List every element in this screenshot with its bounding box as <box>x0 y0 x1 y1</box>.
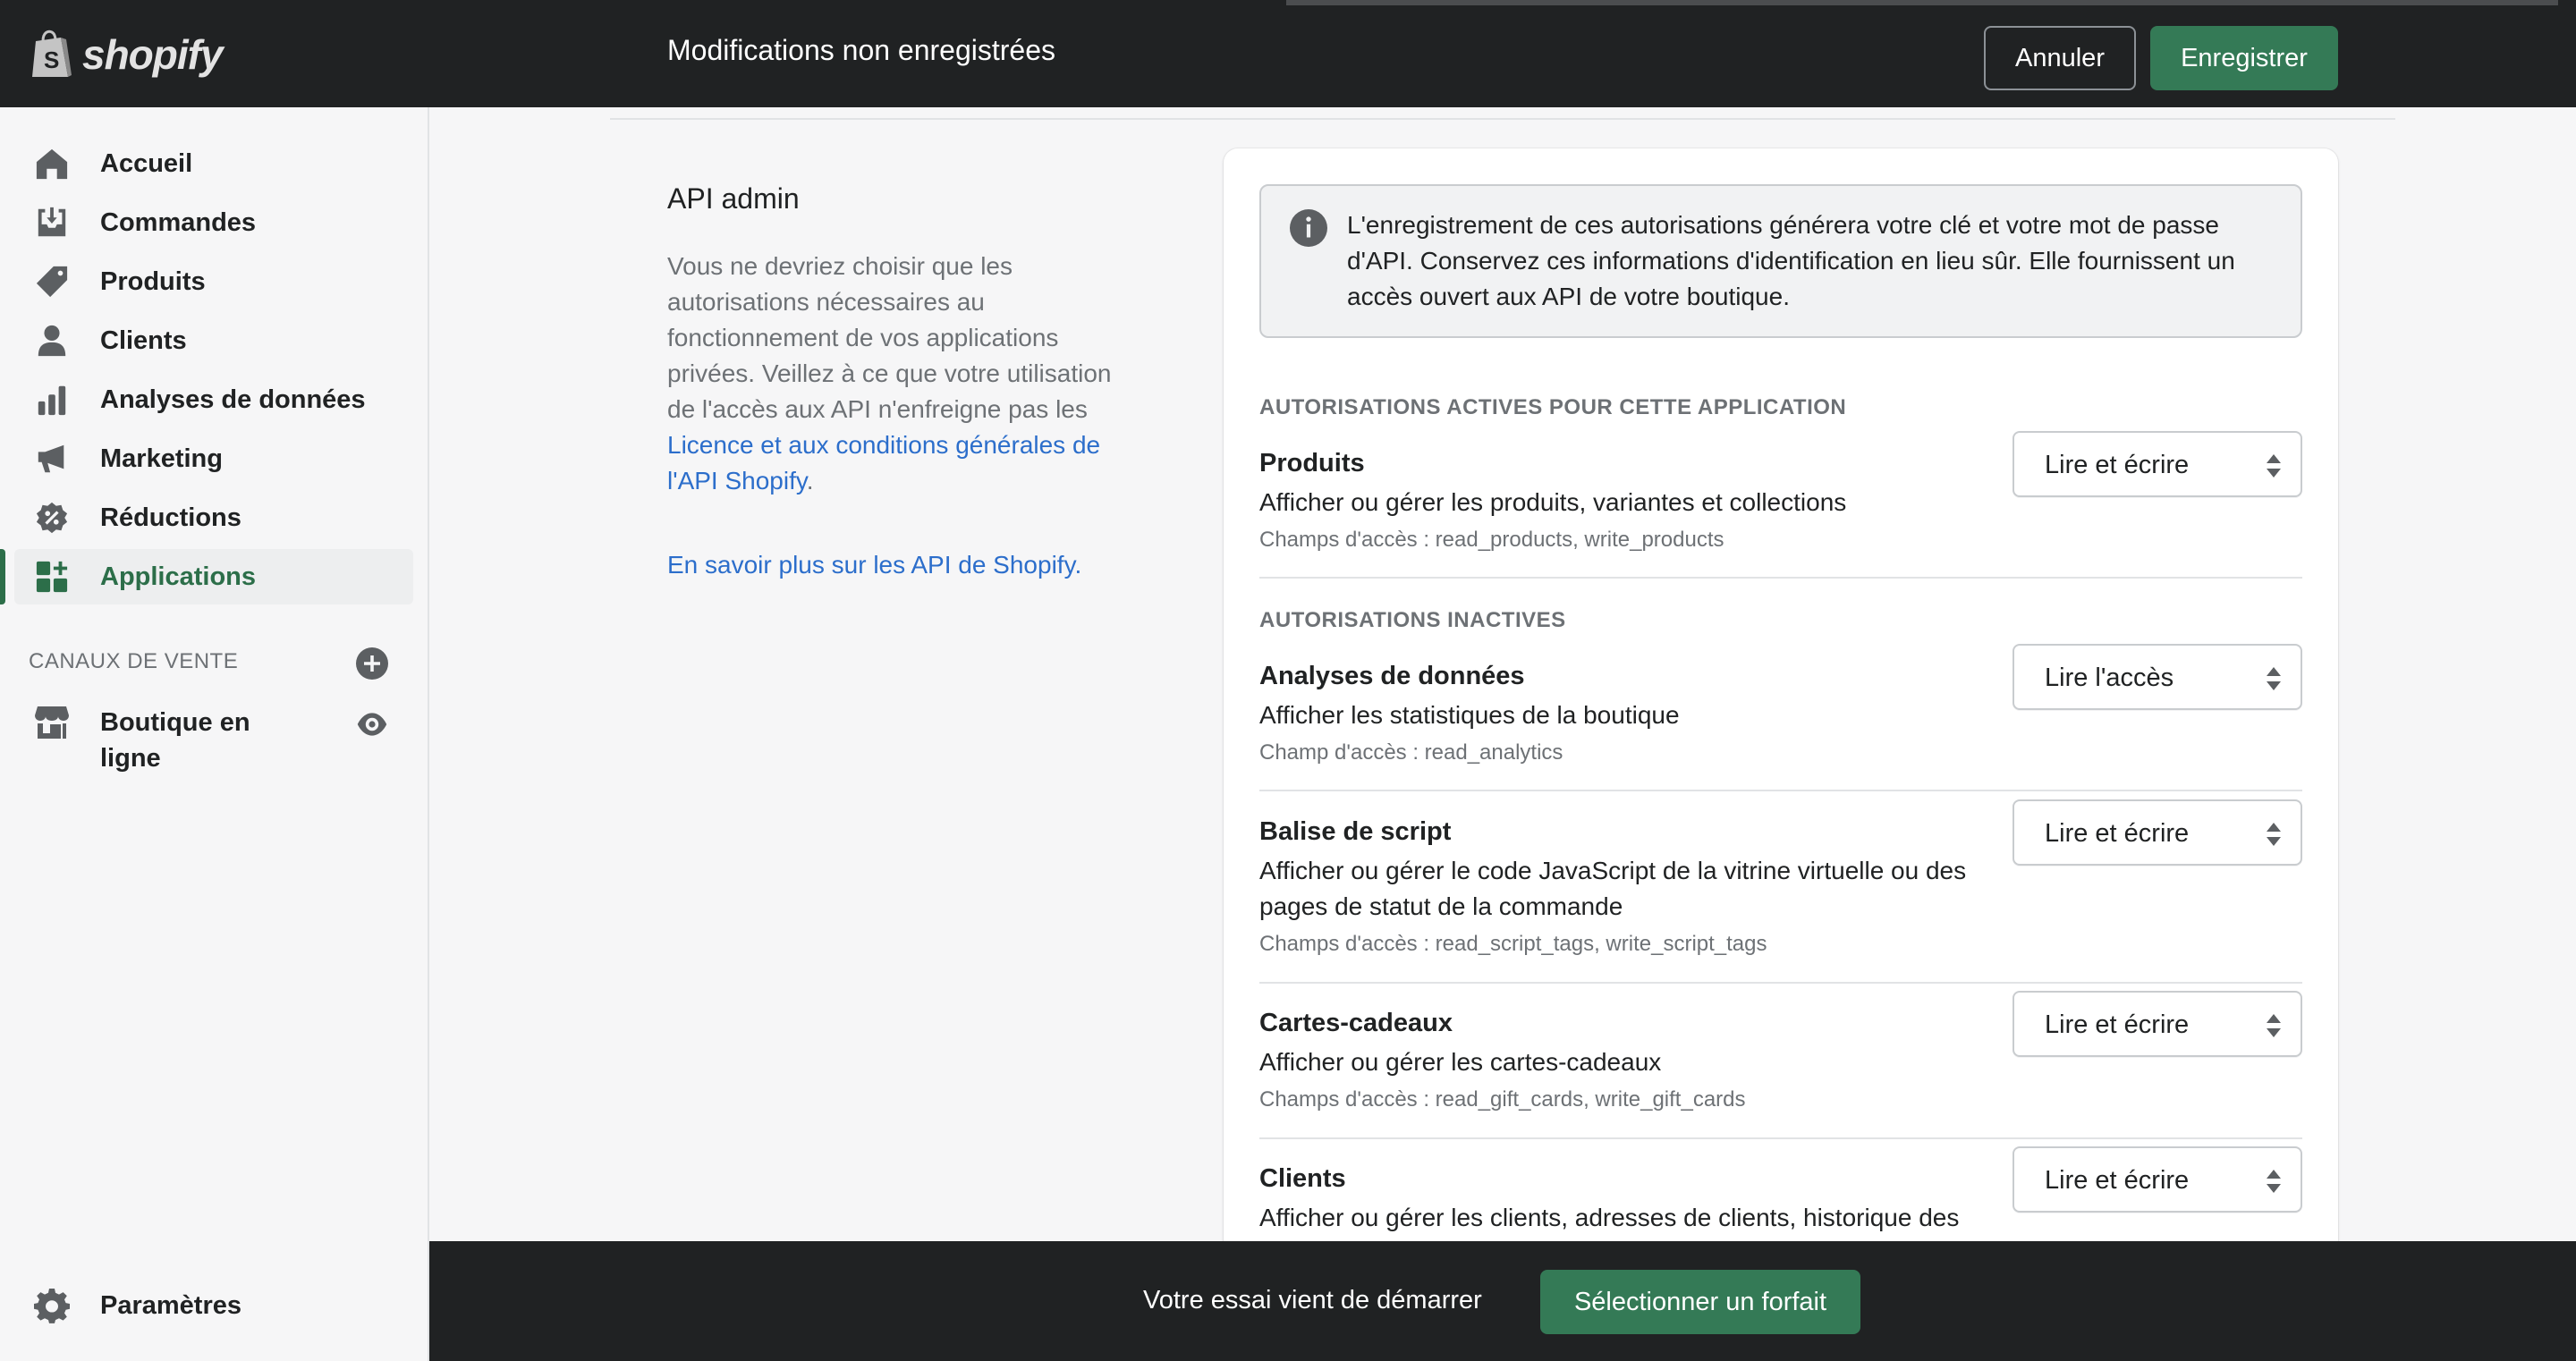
home-icon <box>34 146 70 182</box>
shopify-bag-icon: S <box>32 30 72 77</box>
banner-text: L'enregistrement de ces autorisations gé… <box>1347 211 2235 310</box>
separator <box>1259 790 2302 791</box>
permission-select[interactable]: Lire et écrire <box>2012 799 2302 866</box>
tag-icon <box>34 264 70 300</box>
sidebar-item-products[interactable]: Produits <box>14 254 413 309</box>
info-banner: L'enregistrement de ces autorisations gé… <box>1259 184 2302 338</box>
permission-select[interactable]: Lire et écrire <box>2012 991 2302 1057</box>
permission-name: Analyses de données <box>1259 662 1525 690</box>
permissions-card: L'enregistrement de ces autorisations gé… <box>1224 148 2338 1361</box>
permission-select[interactable]: Lire l'accès <box>2012 644 2302 710</box>
gear-icon <box>34 1288 70 1324</box>
info-icon <box>1290 209 1327 247</box>
description-text: Vous ne devriez choisir que les autorisa… <box>667 252 1112 423</box>
sidebar-item-label: Analyses de données <box>100 385 366 414</box>
sidebar-item-home[interactable]: Accueil <box>14 136 413 191</box>
trial-bar: Votre essai vient de démarrer Sélectionn… <box>429 1241 2576 1361</box>
select-arrows-icon <box>2267 823 2281 846</box>
separator <box>1259 577 2302 579</box>
loading-bar <box>1286 0 2558 5</box>
permission-scope: Champs d'accès : read_products, write_pr… <box>1259 528 1724 552</box>
permission-name: Cartes-cadeaux <box>1259 1009 1453 1037</box>
sidebar-item-label: Accueil <box>100 148 193 178</box>
section-description: Vous ne devriez choisir que les autorisa… <box>667 249 1114 499</box>
select-value: Lire et écrire <box>2045 1010 2190 1039</box>
permission-select[interactable]: Lire et écrire <box>2012 1146 2302 1213</box>
sidebar-item-label: Applications <box>100 562 257 591</box>
permission-description: Afficher ou gérer les produits, variante… <box>1259 488 1847 516</box>
sidebar-item-label: Commandes <box>100 207 257 237</box>
person-icon <box>34 323 70 359</box>
sidebar-item-applications[interactable]: Applications <box>0 549 413 604</box>
plus-circle-icon <box>356 647 388 680</box>
cancel-button[interactable]: Annuler <box>1984 26 2136 90</box>
sales-channels-heading: CANAUX DE VENTE <box>29 649 239 673</box>
svg-text:S: S <box>44 46 59 73</box>
brand-name: shopify <box>82 31 224 78</box>
select-arrows-icon <box>2267 454 2281 478</box>
permission-gift-cards: Cartes-cadeaux Afficher ou gérer les car… <box>1259 991 2302 1125</box>
sidebar-item-label: Réductions <box>100 503 242 532</box>
sidebar-item-analytics[interactable]: Analyses de données <box>14 372 413 427</box>
inactive-permissions-heading: AUTORISATIONS INACTIVES <box>1259 608 1566 632</box>
permission-scope: Champs d'accès : read_script_tags, write… <box>1259 932 1767 956</box>
shopify-logo[interactable]: S shopify <box>29 27 224 82</box>
permission-analytics: Analyses de données Afficher les statist… <box>1259 644 2302 778</box>
sidebar-item-label: Clients <box>100 325 187 355</box>
save-button[interactable]: Enregistrer <box>2150 26 2338 90</box>
eye-icon[interactable] <box>356 708 388 740</box>
megaphone-icon <box>34 441 70 477</box>
section-divider <box>610 118 2395 120</box>
add-channel-button[interactable] <box>356 647 388 680</box>
store-icon <box>34 705 70 740</box>
select-arrows-icon <box>2267 667 2281 690</box>
select-plan-button[interactable]: Sélectionner un forfait <box>1540 1270 1860 1334</box>
description-suffix: . <box>806 467 814 495</box>
sidebar-item-label: Produits <box>100 266 206 296</box>
select-value: Lire l'accès <box>2045 664 2174 692</box>
permission-script-tags: Balise de script Afficher ou gérer le co… <box>1259 799 2302 969</box>
select-value: Lire et écrire <box>2045 451 2190 479</box>
active-permissions-heading: AUTORISATIONS ACTIVES POUR CETTE APPLICA… <box>1259 395 1847 419</box>
page-title: Modifications non enregistrées <box>667 34 1056 66</box>
sidebar-item-orders[interactable]: Commandes <box>14 195 413 250</box>
top-bar: S shopify Modifications non enregistrées… <box>0 0 2576 107</box>
permission-select[interactable]: Lire et écrire <box>2012 431 2302 497</box>
permission-name: Clients <box>1259 1164 1346 1193</box>
trial-message: Votre essai vient de démarrer <box>1143 1286 1482 1315</box>
sidebar-item-online-store[interactable]: Boutique en ligne <box>14 697 413 778</box>
bar-chart-icon <box>34 382 70 418</box>
select-arrows-icon <box>2267 1170 2281 1193</box>
apps-icon <box>34 559 70 595</box>
permission-products: Produits Afficher ou gérer les produits,… <box>1259 431 2302 574</box>
permission-description: Afficher les statistiques de la boutique <box>1259 701 1680 729</box>
orders-icon <box>34 205 70 241</box>
select-arrows-icon <box>2267 1014 2281 1037</box>
permission-scope: Champ d'accès : read_analytics <box>1259 740 1563 765</box>
learn-more-link[interactable]: En savoir plus sur les API de Shopify. <box>667 551 1081 579</box>
sidebar: Accueil Commandes Produits Clients Analy… <box>0 107 429 1361</box>
permission-description: Afficher ou gérer les clients, adresses … <box>1259 1204 1960 1231</box>
permission-description: Afficher ou gérer les cartes-cadeaux <box>1259 1048 1662 1076</box>
discount-icon <box>34 500 70 536</box>
sidebar-item-customers[interactable]: Clients <box>14 313 413 368</box>
select-value: Lire et écrire <box>2045 1166 2190 1195</box>
sidebar-item-marketing[interactable]: Marketing <box>14 431 413 486</box>
separator <box>1259 982 2302 984</box>
sidebar-item-label: Paramètres <box>100 1291 242 1320</box>
select-value: Lire et écrire <box>2045 819 2190 848</box>
permission-scope: Champs d'accès : read_gift_cards, write_… <box>1259 1087 1746 1112</box>
permission-name: Balise de script <box>1259 817 1452 846</box>
sidebar-item-label: Marketing <box>100 444 223 473</box>
sidebar-item-settings[interactable]: Paramètres <box>14 1279 413 1334</box>
section-title: API admin <box>667 182 800 215</box>
permission-description: Afficher ou gérer le code JavaScript de … <box>1259 857 1967 920</box>
api-license-link[interactable]: Licence et aux conditions générales de l… <box>667 431 1100 495</box>
sidebar-item-label: Boutique en ligne <box>100 708 250 773</box>
permission-name: Produits <box>1259 449 1365 478</box>
separator <box>1259 1137 2302 1139</box>
sidebar-item-discounts[interactable]: Réductions <box>14 490 413 545</box>
